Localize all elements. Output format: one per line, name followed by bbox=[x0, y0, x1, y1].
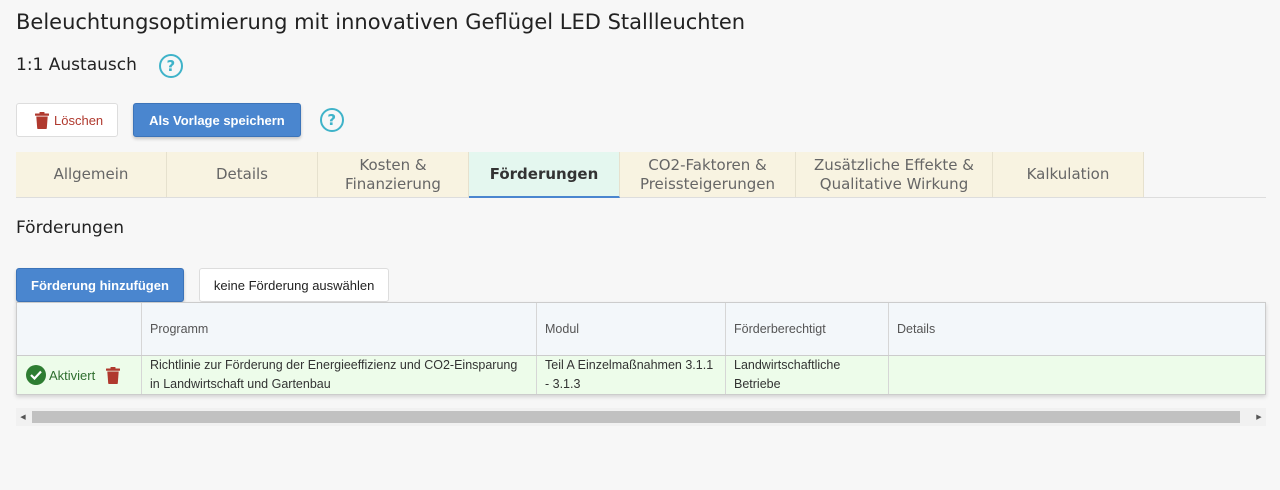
trash-icon bbox=[35, 111, 49, 129]
toolbar: Löschen Als Vorlage speichern ? bbox=[16, 103, 344, 137]
details-cell bbox=[889, 356, 1265, 394]
tab-bar: Allgemein Details Kosten & Finanzierung … bbox=[16, 152, 1266, 198]
table-row[interactable]: Aktiviert Richtlinie zur Förderung der E… bbox=[17, 356, 1265, 394]
tab-co2-faktoren[interactable]: CO2-Faktoren & Preissteigerungen bbox=[620, 152, 796, 197]
section-title: Förderungen bbox=[16, 218, 125, 238]
tab-zusaetzliche-effekte[interactable]: Zusätzliche Effekte & Qualitative Wirkun… bbox=[796, 152, 993, 197]
column-header-modul[interactable]: Modul bbox=[537, 303, 726, 355]
trash-icon[interactable] bbox=[106, 366, 121, 384]
foerderung-actions: Förderung hinzufügen keine Förderung aus… bbox=[16, 268, 390, 302]
column-header-details[interactable]: Details bbox=[889, 303, 1265, 355]
status-label: Aktiviert bbox=[49, 367, 96, 383]
add-foerderung-button[interactable]: Förderung hinzufügen bbox=[16, 268, 184, 302]
scroll-right-icon[interactable]: ▶ bbox=[1252, 408, 1266, 426]
scrollbar-thumb[interactable] bbox=[32, 411, 1240, 423]
modul-cell: Teil A Einzelmaßnahmen 3.1.1 - 3.1.3 bbox=[537, 356, 726, 394]
save-template-button[interactable]: Als Vorlage speichern bbox=[133, 103, 301, 137]
no-foerderung-button[interactable]: keine Förderung auswählen bbox=[198, 268, 390, 302]
delete-button[interactable]: Löschen bbox=[16, 103, 119, 137]
page-title: Beleuchtungsoptimierung mit innovativen … bbox=[16, 10, 746, 34]
foerderberechtigt-cell: Landwirtschaftliche Betriebe bbox=[726, 356, 889, 394]
tab-foerderungen[interactable]: Förderungen bbox=[469, 152, 620, 198]
column-header-status bbox=[17, 303, 142, 355]
tab-kosten-finanzierung[interactable]: Kosten & Finanzierung bbox=[318, 152, 469, 197]
table-header: Programm Modul Förderberechtigt Details bbox=[17, 303, 1265, 356]
check-circle-icon[interactable] bbox=[26, 365, 46, 385]
help-icon[interactable]: ? bbox=[319, 108, 344, 132]
tab-details[interactable]: Details bbox=[167, 152, 318, 197]
scroll-left-icon[interactable]: ◀ bbox=[16, 408, 30, 426]
foerderungen-table: Programm Modul Förderberechtigt Details … bbox=[16, 302, 1266, 395]
help-icon[interactable]: ? bbox=[158, 54, 183, 78]
horizontal-scrollbar[interactable]: ◀ ▶ bbox=[16, 408, 1266, 426]
status-cell: Aktiviert bbox=[17, 356, 142, 394]
column-header-foerderberechtigt[interactable]: Förderberechtigt bbox=[726, 303, 889, 355]
tab-kalkulation[interactable]: Kalkulation bbox=[993, 152, 1144, 197]
delete-button-label: Löschen bbox=[54, 112, 104, 128]
tab-allgemein[interactable]: Allgemein bbox=[16, 152, 167, 197]
subtitle: 1:1 Austausch bbox=[16, 55, 137, 75]
subtitle-row: 1:1 Austausch ? bbox=[16, 52, 183, 78]
programm-cell: Richtlinie zur Förderung der Energieeffi… bbox=[142, 356, 537, 394]
column-header-programm[interactable]: Programm bbox=[142, 303, 537, 355]
